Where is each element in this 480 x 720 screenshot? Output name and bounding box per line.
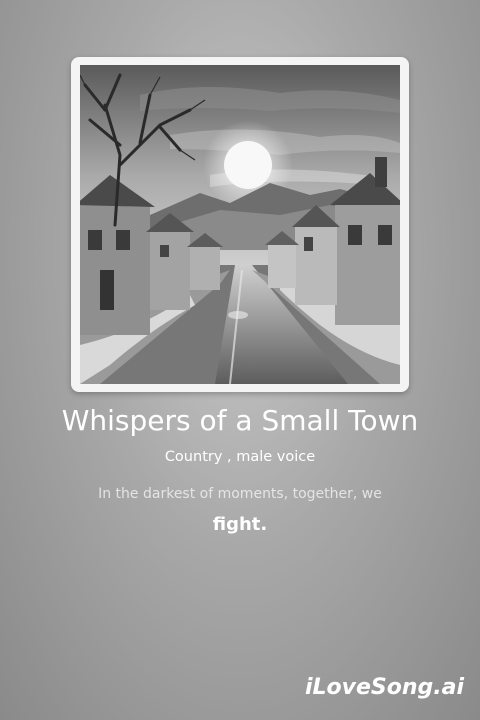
brand-logo: iLoveSong.ai [304, 675, 464, 700]
cover-art-frame [71, 57, 409, 392]
cover-art-image [80, 65, 400, 384]
lyric-line-current: fight. [212, 514, 268, 535]
song-title: Whispers of a Small Town [61, 404, 419, 437]
song-style: Country , male voice [164, 449, 316, 465]
village-street-illustration [80, 65, 400, 384]
lyric-line-previous: In the darkest of moments, together, we [98, 486, 382, 502]
